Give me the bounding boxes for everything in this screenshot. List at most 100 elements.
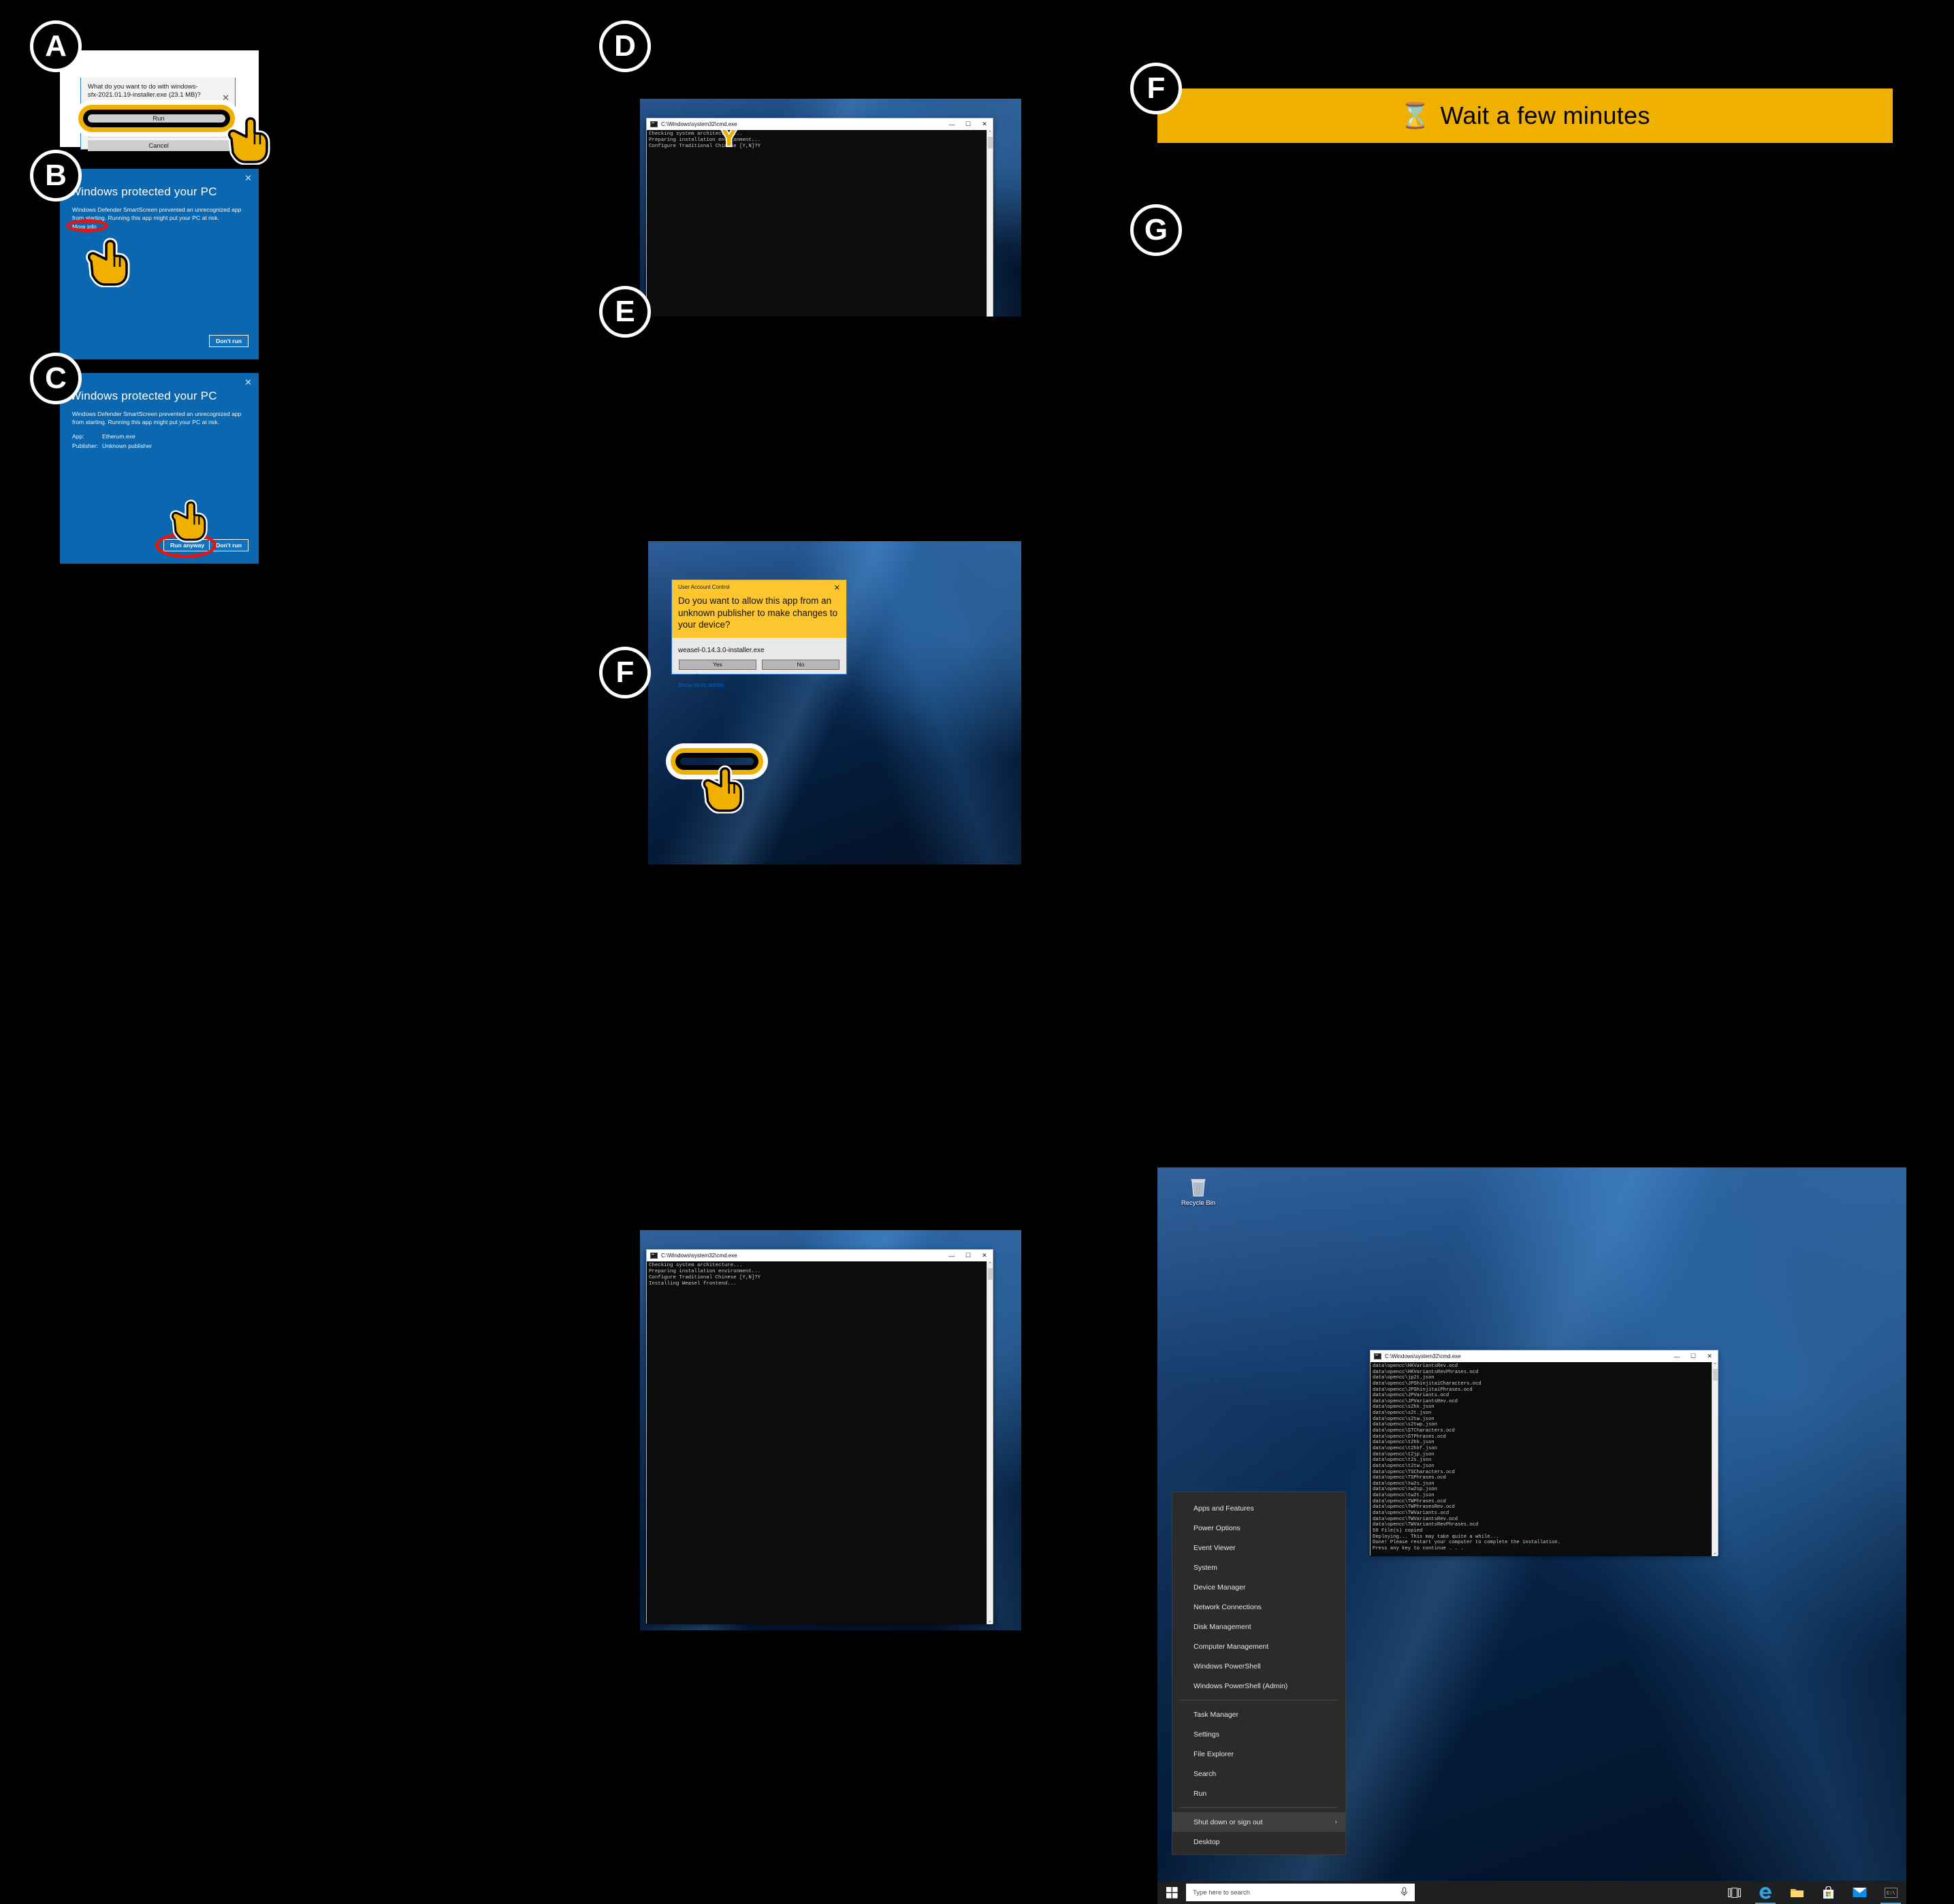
menu-item-event-viewer[interactable]: Event Viewer	[1172, 1538, 1345, 1558]
close-icon[interactable]: ✕	[244, 377, 252, 388]
step-badge-e: E	[599, 286, 651, 338]
no-button[interactable]: No	[762, 659, 839, 670]
download-question: What do you want to do with windows-sfx-…	[88, 83, 201, 99]
dont-run-button[interactable]: Don't run	[209, 335, 249, 347]
maximize-button[interactable]: ☐	[960, 1250, 976, 1261]
maximize-button[interactable]: ☐	[1685, 1351, 1701, 1362]
cmd-titlebar[interactable]: C:\Windows\system32\cmd.exe — ☐ ✕	[647, 1250, 993, 1261]
more-info-link[interactable]: More info	[72, 223, 97, 230]
cmd-console[interactable]: Checking system architecture... Preparin…	[647, 1261, 993, 1624]
menu-item-search[interactable]: Search	[1172, 1764, 1345, 1784]
run-anyway-button[interactable]: Run anyway	[163, 539, 212, 551]
dont-run-button[interactable]: Don't run	[209, 539, 249, 551]
cmd-icon	[650, 1253, 658, 1259]
window-title: C:\Windows\system32\cmd.exe	[661, 121, 737, 127]
window-controls: — ☐ ✕	[944, 118, 993, 130]
search-input[interactable]: Type here to search	[1186, 1884, 1415, 1901]
menu-item-disk-management[interactable]: Disk Management	[1172, 1617, 1345, 1636]
microphone-icon[interactable]	[1400, 1886, 1408, 1899]
wait-banner: ⌛ Wait a few minutes	[1157, 88, 1893, 143]
cmd-icon	[650, 121, 658, 127]
minimize-button[interactable]: —	[944, 1250, 960, 1261]
vertical-scrollbar[interactable]: ⌃ ⌄	[1712, 1362, 1718, 1556]
hourglass-icon: ⌛	[1400, 101, 1431, 129]
menu-item-windows-powershell-admin[interactable]: Windows PowerShell (Admin)	[1172, 1676, 1345, 1696]
uac-header: User Account Control ✕ Do you want to al…	[672, 580, 846, 638]
mail-icon[interactable]	[1844, 1881, 1875, 1904]
menu-item-task-manager[interactable]: Task Manager	[1172, 1705, 1345, 1724]
scrollbar-thumb[interactable]	[988, 1268, 993, 1280]
menu-divider	[1180, 1807, 1338, 1808]
desktop-icon-recycle-bin[interactable]: Recycle Bin	[1178, 1176, 1219, 1207]
close-button[interactable]: ✕	[976, 1250, 993, 1261]
cmd-titlebar[interactable]: C:\Windows\system32\cmd.exe — ☐ ✕	[1371, 1351, 1718, 1362]
hand-cursor-icon	[170, 500, 208, 543]
banner-text: Wait a few minutes	[1440, 101, 1650, 129]
minimize-button[interactable]: —	[944, 118, 960, 130]
file-explorer-icon[interactable]	[1781, 1881, 1812, 1904]
close-icon[interactable]: ✕	[222, 93, 229, 103]
menu-item-apps-and-features[interactable]: Apps and Features	[1172, 1498, 1345, 1518]
scroll-down-icon[interactable]: ⌄	[1712, 1550, 1718, 1556]
window-controls: — ☐ ✕	[1669, 1351, 1718, 1362]
recycle-bin-label: Recycle Bin	[1181, 1199, 1216, 1207]
panel-c-smartscreen-details: ✕ Windows protected your PC Windows Defe…	[60, 373, 259, 564]
task-view-icon[interactable]	[1718, 1881, 1750, 1904]
hand-cursor-icon	[701, 765, 744, 813]
minimize-button[interactable]: —	[1669, 1351, 1685, 1362]
scroll-up-icon[interactable]: ⌃	[987, 1261, 993, 1268]
panel-a-download-prompt: What do you want to do with windows-sfx-…	[60, 50, 270, 165]
cmd-titlebar[interactable]: C:\Windows\system32\cmd.exe — ☐ ✕	[647, 118, 993, 130]
panel-d-desktop: C:\Windows\system32\cmd.exe — ☐ ✕ Checki…	[640, 99, 1021, 317]
console-output: Checking system architecture... Preparin…	[649, 1263, 761, 1287]
cmd-console[interactable]: data\opencc\HKVariantsRev.ocd data\openc…	[1371, 1362, 1718, 1556]
window-title: C:\Windows\system32\cmd.exe	[1385, 1353, 1461, 1359]
scrollbar-thumb[interactable]	[988, 137, 993, 148]
menu-item-system[interactable]: System	[1172, 1558, 1345, 1577]
scroll-down-icon[interactable]: ⌄	[987, 1618, 993, 1624]
uac-question: Do you want to allow this app from an un…	[678, 596, 838, 630]
menu-item-file-explorer[interactable]: File Explorer	[1172, 1744, 1345, 1764]
scroll-up-icon[interactable]: ⌃	[987, 130, 993, 136]
keypress-overlay-y: Y	[719, 130, 739, 153]
menu-item-label: Shut down or sign out	[1194, 1818, 1263, 1826]
cmd-window: C:\Windows\system32\cmd.exe — ☐ ✕ Checki…	[646, 1249, 993, 1624]
menu-item-device-manager[interactable]: Device Manager	[1172, 1577, 1345, 1597]
download-source: From: github-releases.githubusercontent.…	[88, 99, 212, 107]
cmd-icon[interactable]: C:\	[1875, 1881, 1906, 1904]
yes-button[interactable]: Yes	[679, 659, 756, 670]
menu-item-run[interactable]: Run	[1172, 1784, 1345, 1803]
edge-icon[interactable]	[1750, 1881, 1781, 1904]
start-button[interactable]	[1157, 1881, 1186, 1904]
menu-item-desktop[interactable]: Desktop	[1172, 1832, 1345, 1852]
store-icon[interactable]	[1812, 1881, 1844, 1904]
close-button[interactable]: ✕	[976, 118, 993, 130]
menu-item-shut-down-or-sign-out[interactable]: Shut down or sign out ›	[1172, 1812, 1345, 1832]
vertical-scrollbar[interactable]: ⌃ ⌄	[987, 130, 993, 317]
publisher-value: Unknown publisher	[102, 442, 153, 449]
menu-item-computer-management[interactable]: Computer Management	[1172, 1636, 1345, 1656]
yes-button-highlight	[671, 748, 763, 775]
close-icon[interactable]: ✕	[834, 583, 840, 592]
menu-item-windows-powershell[interactable]: Windows PowerShell	[1172, 1656, 1345, 1676]
save-button[interactable]: Save	[88, 127, 229, 138]
maximize-button[interactable]: ☐	[960, 118, 976, 130]
vertical-scrollbar[interactable]: ⌃ ⌄	[987, 1261, 993, 1624]
run-button[interactable]: Run	[88, 113, 229, 124]
menu-item-settings[interactable]: Settings	[1172, 1724, 1345, 1744]
scrollbar-thumb[interactable]	[1713, 1369, 1718, 1381]
app-label: App:	[72, 433, 84, 440]
scroll-up-icon[interactable]: ⌃	[1712, 1362, 1718, 1368]
menu-item-network-connections[interactable]: Network Connections	[1172, 1597, 1345, 1617]
close-icon[interactable]: ✕	[244, 173, 252, 184]
show-more-details-link[interactable]: Show more details	[672, 676, 846, 688]
menu-item-power-options[interactable]: Power Options	[1172, 1518, 1345, 1538]
chevron-up-icon[interactable]: ⌃	[216, 127, 231, 138]
publisher-row: Publisher: Unknown publisher	[72, 442, 152, 449]
cmd-console[interactable]: Checking system architecture... Preparin…	[647, 130, 993, 317]
app-value: Etherum.exe	[102, 433, 135, 440]
step-badge-c: C	[30, 353, 82, 404]
cancel-button[interactable]: Cancel	[88, 140, 229, 151]
close-button[interactable]: ✕	[1701, 1351, 1718, 1362]
uac-dialog: User Account Control ✕ Do you want to al…	[671, 579, 847, 688]
